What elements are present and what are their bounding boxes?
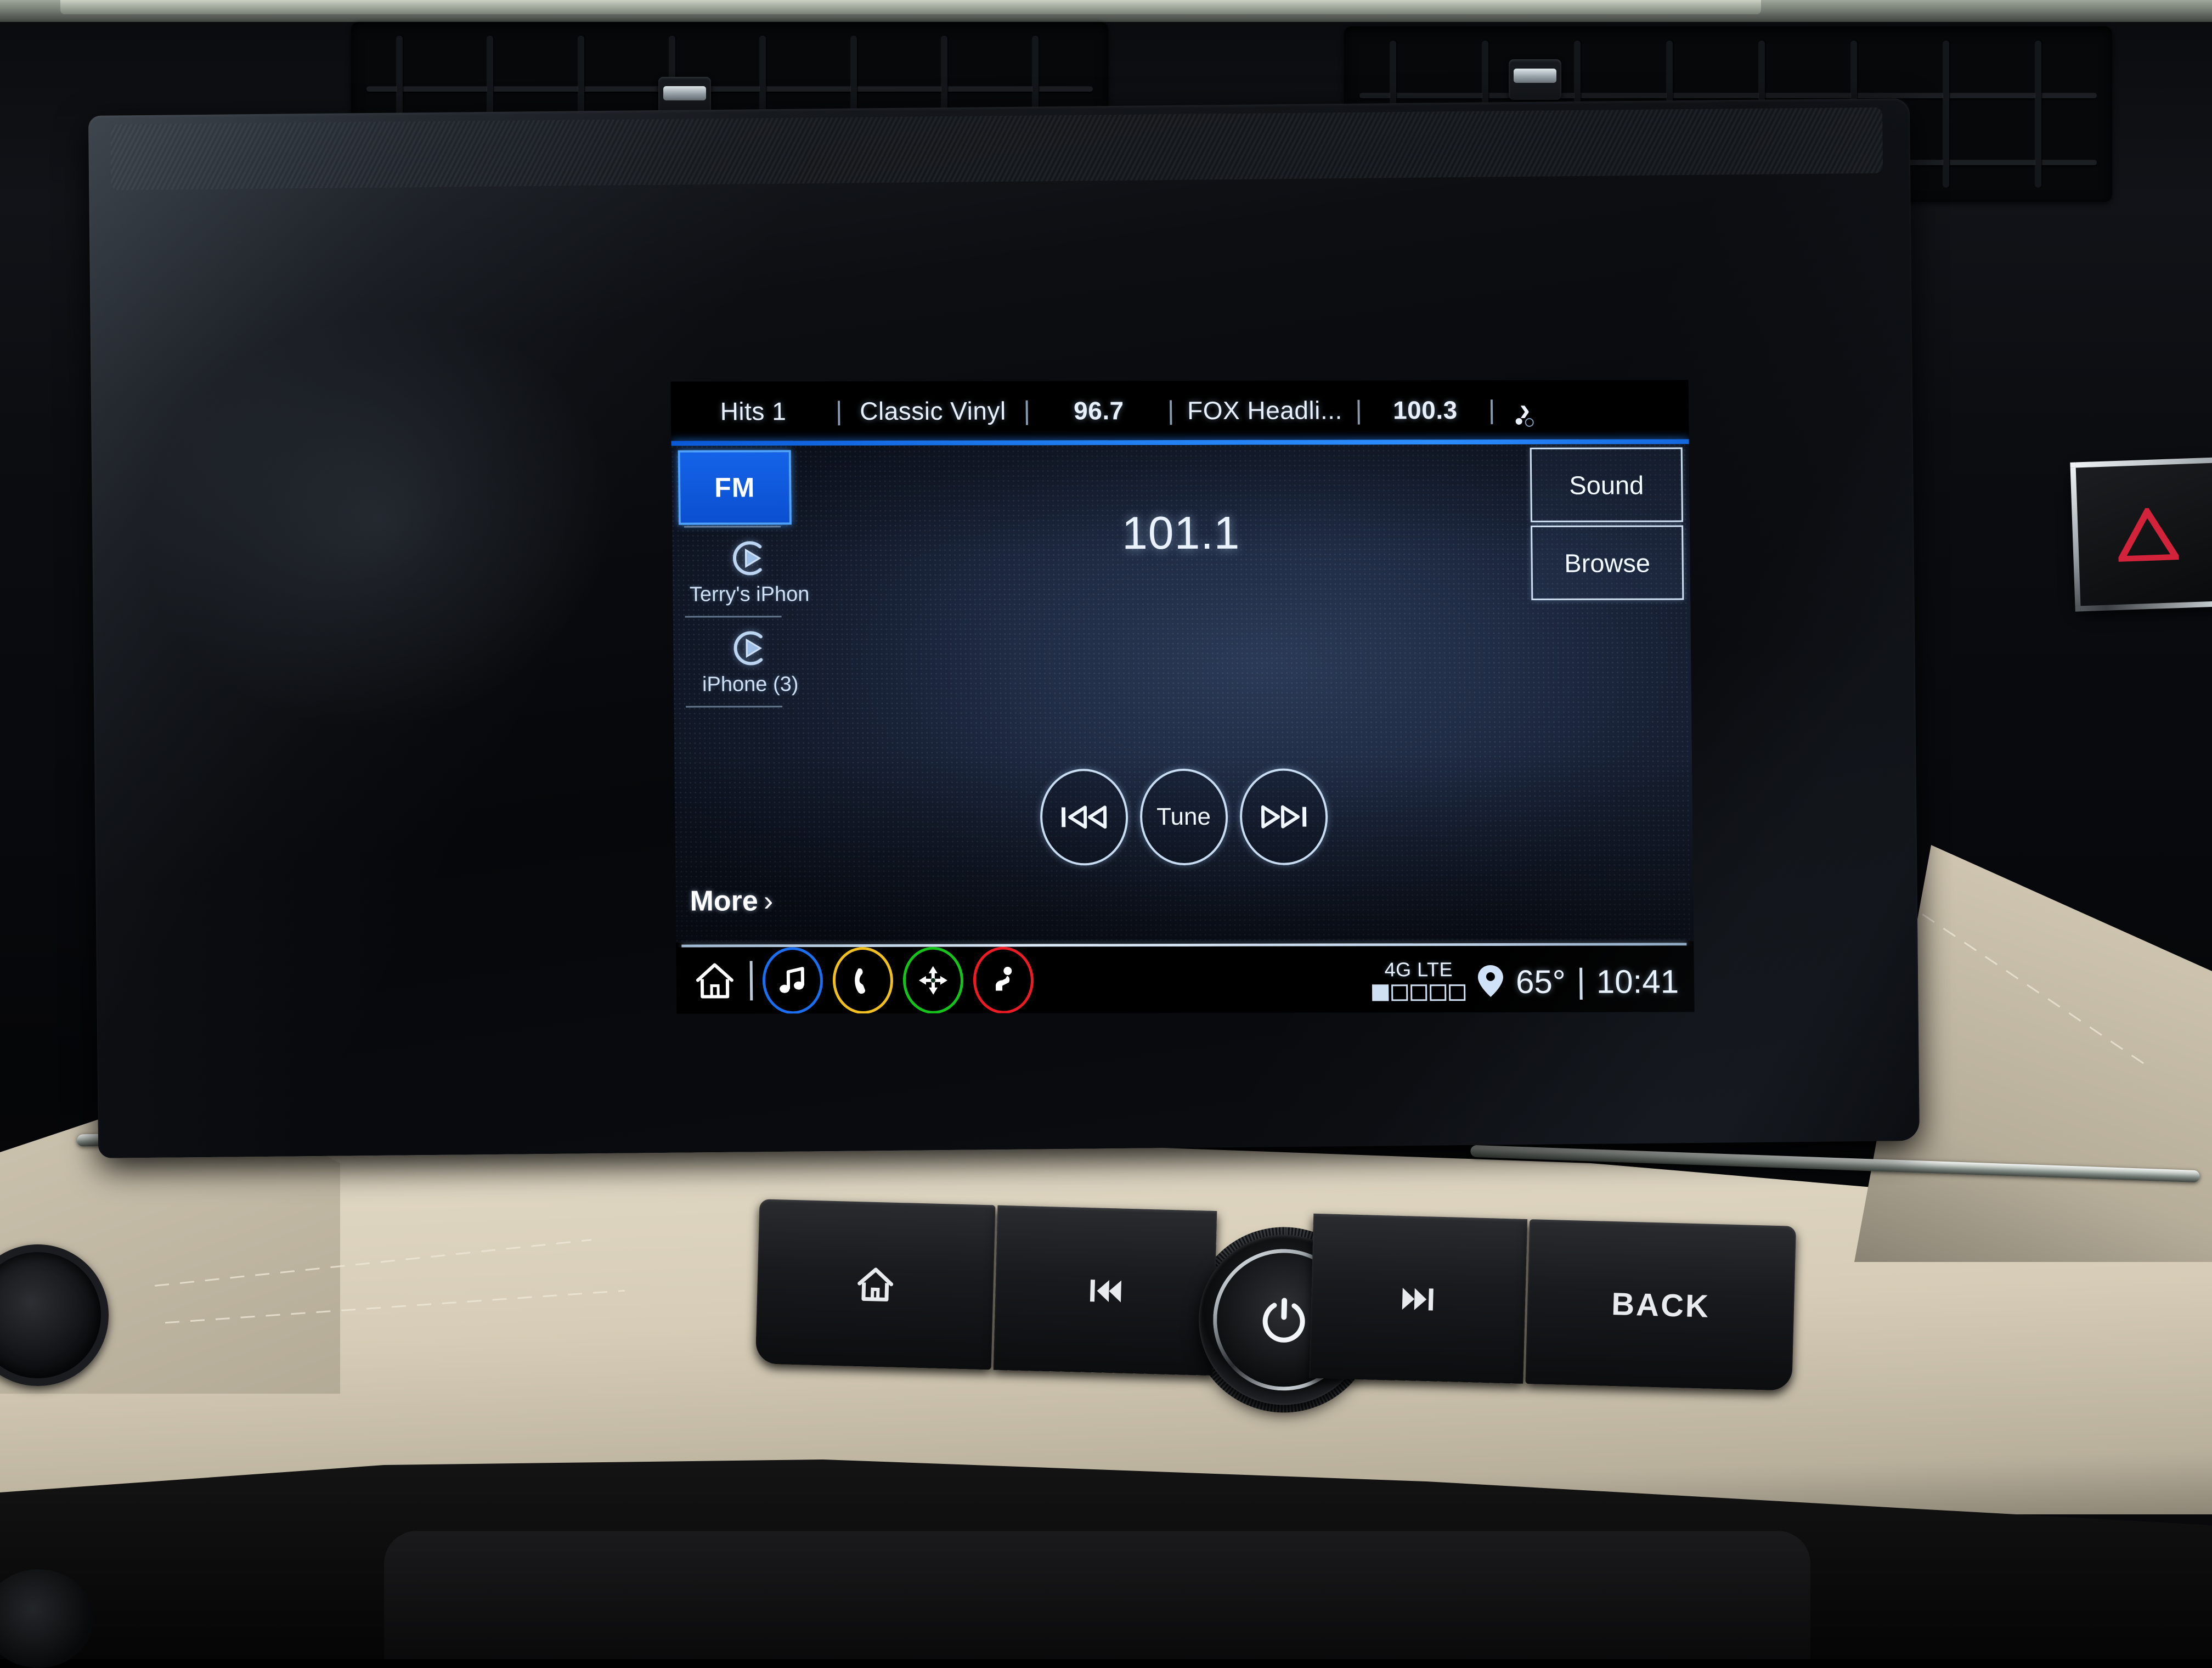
radio-main-panel: FM Terry's iPhon iPhone (3) More › 101.1… bbox=[671, 444, 1694, 943]
preset-page-dots bbox=[1515, 418, 1534, 427]
tune-button[interactable]: Tune bbox=[1139, 768, 1228, 866]
clock-display: 10:41 bbox=[1596, 962, 1679, 1000]
taskbar-navigation-button[interactable] bbox=[902, 946, 964, 1014]
dash-top-trim-inner bbox=[60, 0, 1761, 14]
taskbar-phone-button[interactable] bbox=[832, 946, 894, 1014]
network-status: 4G LTE bbox=[1372, 958, 1466, 1001]
home-icon bbox=[696, 962, 733, 999]
taskbar-audio-button[interactable] bbox=[762, 946, 823, 1014]
bluetooth-audio-play-icon bbox=[730, 628, 771, 668]
chevron-right-icon: › bbox=[763, 885, 774, 917]
tune-button-label: Tune bbox=[1156, 803, 1211, 831]
next-station-button[interactable] bbox=[1239, 768, 1328, 865]
sound-button[interactable]: Sound bbox=[1530, 447, 1683, 522]
preset-divider: | bbox=[1488, 395, 1496, 425]
source-more-button[interactable]: More › bbox=[690, 884, 773, 917]
hardware-next-track-button[interactable] bbox=[1309, 1213, 1528, 1384]
status-bar: 4G LTE 65° | 10:41 bbox=[1372, 957, 1695, 1001]
location-status bbox=[1476, 963, 1505, 1000]
preset-divider: | bbox=[1167, 396, 1175, 425]
source-item-label: Terry's iPhon bbox=[689, 583, 810, 606]
taskbar-icon-group[interactable] bbox=[676, 946, 1034, 1014]
hardware-previous-track-button[interactable] bbox=[993, 1205, 1217, 1376]
preset-button-2[interactable]: Classic Vinyl bbox=[842, 396, 1024, 426]
hazard-triangle-icon bbox=[2117, 507, 2179, 562]
preset-button-3[interactable]: 96.7 bbox=[1030, 396, 1168, 425]
hazard-button[interactable] bbox=[2070, 457, 2212, 612]
vent-knob-right[interactable] bbox=[1509, 59, 1561, 100]
back-button-label: BACK bbox=[1611, 1286, 1711, 1325]
source-more-label: More bbox=[690, 885, 759, 917]
preset-button-5[interactable]: 100.3 bbox=[1362, 395, 1489, 425]
taskbar-onstar-emergency-button[interactable] bbox=[973, 946, 1034, 1014]
status-separator: | bbox=[1576, 962, 1586, 1000]
preset-button-1[interactable]: Hits 1 bbox=[671, 396, 836, 426]
hardware-home-button[interactable] bbox=[755, 1199, 996, 1370]
sound-button-label: Sound bbox=[1569, 470, 1644, 500]
browse-button-label: Browse bbox=[1564, 548, 1651, 578]
temperature-display: 65° bbox=[1515, 963, 1566, 1000]
home-icon bbox=[857, 1267, 894, 1301]
preset-button-4[interactable]: FOX Headli... bbox=[1174, 395, 1356, 425]
onstar-emergency-icon bbox=[996, 966, 1012, 991]
preset-next-page-button[interactable]: › bbox=[1495, 392, 1555, 427]
map-pin-icon bbox=[1477, 965, 1503, 997]
source-item-label: iPhone (3) bbox=[702, 673, 799, 696]
browse-button[interactable]: Browse bbox=[1531, 525, 1684, 600]
radio-preset-bar[interactable]: Hits 1 | Classic Vinyl | 96.7 | FOX Head… bbox=[670, 380, 1689, 441]
infotainment-screen[interactable]: Hits 1 | Classic Vinyl | 96.7 | FOX Head… bbox=[670, 380, 1695, 1014]
transport-controls[interactable]: Tune bbox=[1039, 768, 1328, 866]
preset-divider: | bbox=[835, 396, 843, 426]
skip-next-icon bbox=[1261, 805, 1306, 829]
dashboard-backdrop: Hits 1 | Classic Vinyl | 96.7 | FOX Head… bbox=[0, 0, 2212, 1668]
hardware-back-button[interactable]: BACK bbox=[1525, 1219, 1796, 1391]
previous-station-button[interactable] bbox=[1039, 769, 1128, 866]
power-icon bbox=[1262, 1298, 1305, 1343]
music-note-icon bbox=[780, 966, 805, 993]
skip-previous-icon bbox=[1090, 1280, 1121, 1303]
taskbar[interactable]: 4G LTE 65° | 10:41 bbox=[676, 945, 1695, 1014]
phone-icon bbox=[855, 968, 866, 994]
signal-strength-indicator bbox=[1372, 984, 1466, 1001]
preset-divider: | bbox=[1023, 396, 1031, 426]
network-label: 4G LTE bbox=[1384, 957, 1453, 980]
hardware-control-panel[interactable]: BACK bbox=[755, 1199, 1796, 1407]
side-button-group[interactable]: Sound Browse bbox=[1530, 447, 1684, 600]
taskbar-home-button[interactable] bbox=[689, 955, 740, 1006]
taskbar-divider-line bbox=[749, 960, 753, 1000]
center-console-top bbox=[384, 1531, 1810, 1659]
source-item-bluetooth-2[interactable]: iPhone (3) bbox=[673, 628, 827, 696]
skip-next-icon bbox=[1402, 1288, 1434, 1311]
navigation-icon bbox=[918, 966, 947, 995]
preset-divider: | bbox=[1355, 395, 1363, 425]
source-fm-label: FM bbox=[714, 472, 755, 503]
skip-previous-icon bbox=[1061, 805, 1107, 829]
